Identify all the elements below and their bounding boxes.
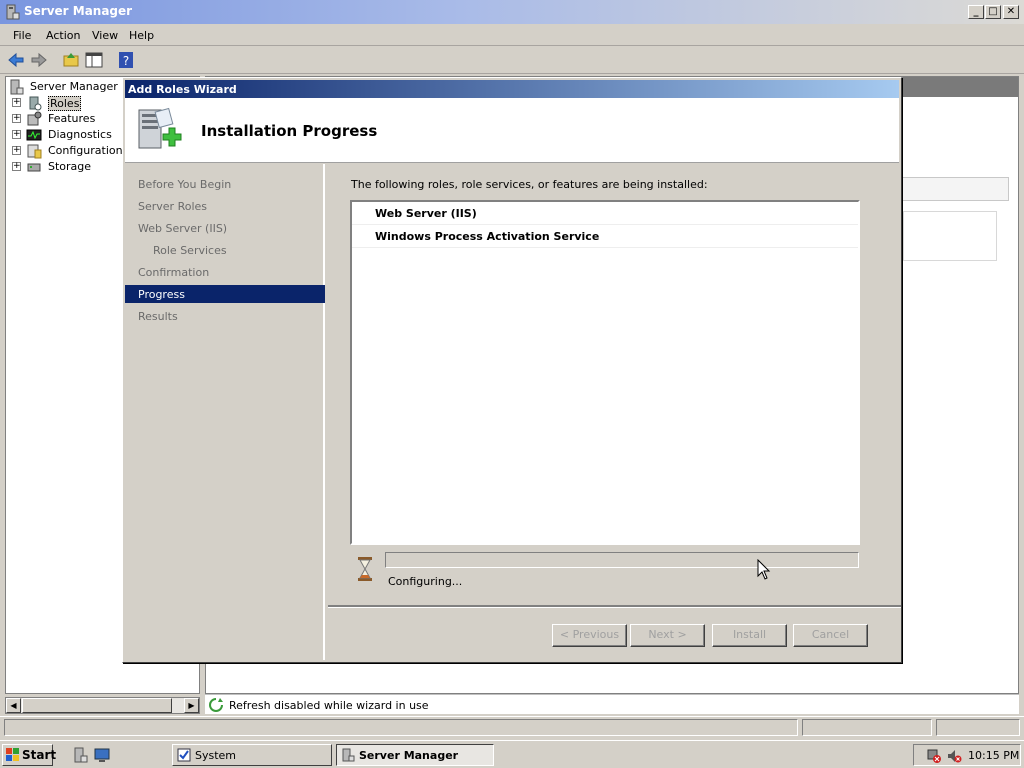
- mouse-pointer-icon: [757, 559, 771, 580]
- add-roles-wizard-dialog: Add Roles Wizard Installation Progress B…: [122, 77, 902, 663]
- wizard-title-bar[interactable]: Add Roles Wizard: [125, 80, 899, 98]
- window-title: Server Manager: [24, 4, 133, 18]
- help-icon[interactable]: ?: [116, 50, 136, 70]
- expand-icon[interactable]: +: [12, 114, 21, 123]
- expand-icon[interactable]: +: [12, 146, 21, 155]
- storage-icon: [27, 163, 41, 172]
- clock[interactable]: 10:15 PM: [968, 749, 1019, 762]
- details-status: Refresh disabled while wizard in use: [205, 694, 1019, 714]
- tree-horizontal-scrollbar[interactable]: ◀ ▶: [5, 697, 200, 714]
- tree-item-label: Configuration: [48, 144, 123, 157]
- close-button[interactable]: ✕: [1003, 5, 1019, 19]
- windows-logo-icon: [6, 748, 19, 761]
- hourglass-icon: [358, 557, 372, 581]
- previous-button[interactable]: < Previous: [552, 624, 627, 647]
- step-before-you-begin[interactable]: Before You Begin: [138, 178, 231, 191]
- server-add-icon: [138, 107, 182, 149]
- status-panel: [4, 719, 798, 736]
- expand-icon[interactable]: +: [12, 98, 21, 107]
- wizard-heading: Installation Progress: [201, 122, 378, 140]
- next-button[interactable]: Next >: [630, 624, 705, 647]
- scroll-left-arrow-icon[interactable]: ◀: [6, 698, 21, 713]
- tree-item-label: Roles: [48, 96, 82, 111]
- wizard-step-navigation: Before You Begin Server Roles Web Server…: [125, 164, 325, 660]
- toolbar: ?: [0, 46, 1024, 74]
- maximize-button[interactable]: □: [985, 5, 1001, 19]
- minimize-button[interactable]: _: [968, 5, 984, 19]
- refresh-status-text: Refresh disabled while wizard in use: [229, 699, 429, 712]
- up-folder-icon[interactable]: [61, 50, 81, 70]
- status-panel: [802, 719, 932, 736]
- menu-help[interactable]: Help: [129, 29, 154, 42]
- tree-item-label: Diagnostics: [48, 128, 112, 141]
- main-title-bar[interactable]: Server Manager _ □ ✕: [0, 0, 1024, 24]
- taskbar: Start System Server Manager 10:15 PM: [0, 740, 1024, 768]
- step-role-services[interactable]: Role Services: [153, 244, 227, 257]
- menu-bar: File Action View Help: [0, 24, 1024, 46]
- status-panel: [936, 719, 1020, 736]
- taskbar-item-system[interactable]: System: [172, 744, 332, 766]
- start-button[interactable]: Start: [2, 744, 57, 766]
- tree-item-label: Features: [48, 112, 96, 125]
- step-web-server-iis[interactable]: Web Server (IIS): [138, 222, 227, 235]
- expand-icon[interactable]: +: [12, 162, 21, 171]
- tree-root-label: Server Manager (W: [30, 80, 137, 93]
- progress-status-text: Configuring...: [388, 575, 463, 588]
- install-items-list[interactable]: Web Server (IIS) Windows Process Activat…: [350, 200, 860, 545]
- list-item: Windows Process Activation Service: [352, 225, 858, 248]
- start-label: Start: [22, 748, 57, 762]
- server-manager-icon: [6, 4, 20, 20]
- back-icon[interactable]: [6, 50, 26, 70]
- wizard-header: Installation Progress: [125, 98, 899, 163]
- roles-icon: [29, 96, 42, 111]
- network-disconnected-icon[interactable]: [926, 748, 942, 764]
- forward-icon[interactable]: [29, 50, 49, 70]
- install-progress-bar: [385, 552, 859, 568]
- status-bar: [0, 716, 1024, 738]
- taskbar-item-label: System: [195, 749, 237, 762]
- menu-file[interactable]: File: [13, 29, 31, 42]
- expand-icon[interactable]: +: [12, 130, 21, 139]
- show-desktop-icon[interactable]: [94, 747, 110, 763]
- server-manager-icon: [342, 748, 355, 762]
- wizard-content: The following roles, role services, or f…: [328, 164, 901, 604]
- step-results[interactable]: Results: [138, 310, 178, 323]
- list-item: Web Server (IIS): [352, 202, 858, 225]
- scroll-thumb[interactable]: [22, 698, 172, 713]
- step-confirmation[interactable]: Confirmation: [138, 266, 209, 279]
- scroll-right-arrow-icon[interactable]: ▶: [184, 698, 199, 713]
- server-manager-quicklaunch-icon[interactable]: [72, 747, 88, 763]
- install-button[interactable]: Install: [712, 624, 787, 647]
- diagnostics-icon: [26, 129, 42, 141]
- taskbar-item-label: Server Manager: [359, 749, 459, 762]
- details-section-box: [903, 211, 997, 261]
- step-server-roles[interactable]: Server Roles: [138, 200, 207, 213]
- step-progress[interactable]: Progress: [125, 285, 325, 303]
- details-section-header: [901, 177, 1009, 201]
- install-lead-text: The following roles, role services, or f…: [351, 178, 708, 191]
- cancel-button[interactable]: Cancel: [793, 624, 868, 647]
- volume-muted-icon[interactable]: [946, 748, 962, 764]
- show-hide-console-icon[interactable]: [84, 50, 104, 70]
- system-icon: [177, 748, 191, 762]
- configuration-icon: [27, 144, 42, 159]
- taskbar-item-server-manager[interactable]: Server Manager: [336, 744, 494, 766]
- system-tray: 10:15 PM: [913, 744, 1021, 766]
- server-manager-icon: [10, 79, 24, 95]
- features-icon: [27, 111, 42, 126]
- svg-text:?: ?: [123, 54, 129, 68]
- refresh-icon: [209, 698, 223, 712]
- tree-item-label: Storage: [48, 160, 92, 173]
- wizard-button-bar: < Previous Next > Install Cancel: [328, 605, 901, 660]
- menu-action[interactable]: Action: [46, 29, 80, 42]
- menu-view[interactable]: View: [92, 29, 118, 42]
